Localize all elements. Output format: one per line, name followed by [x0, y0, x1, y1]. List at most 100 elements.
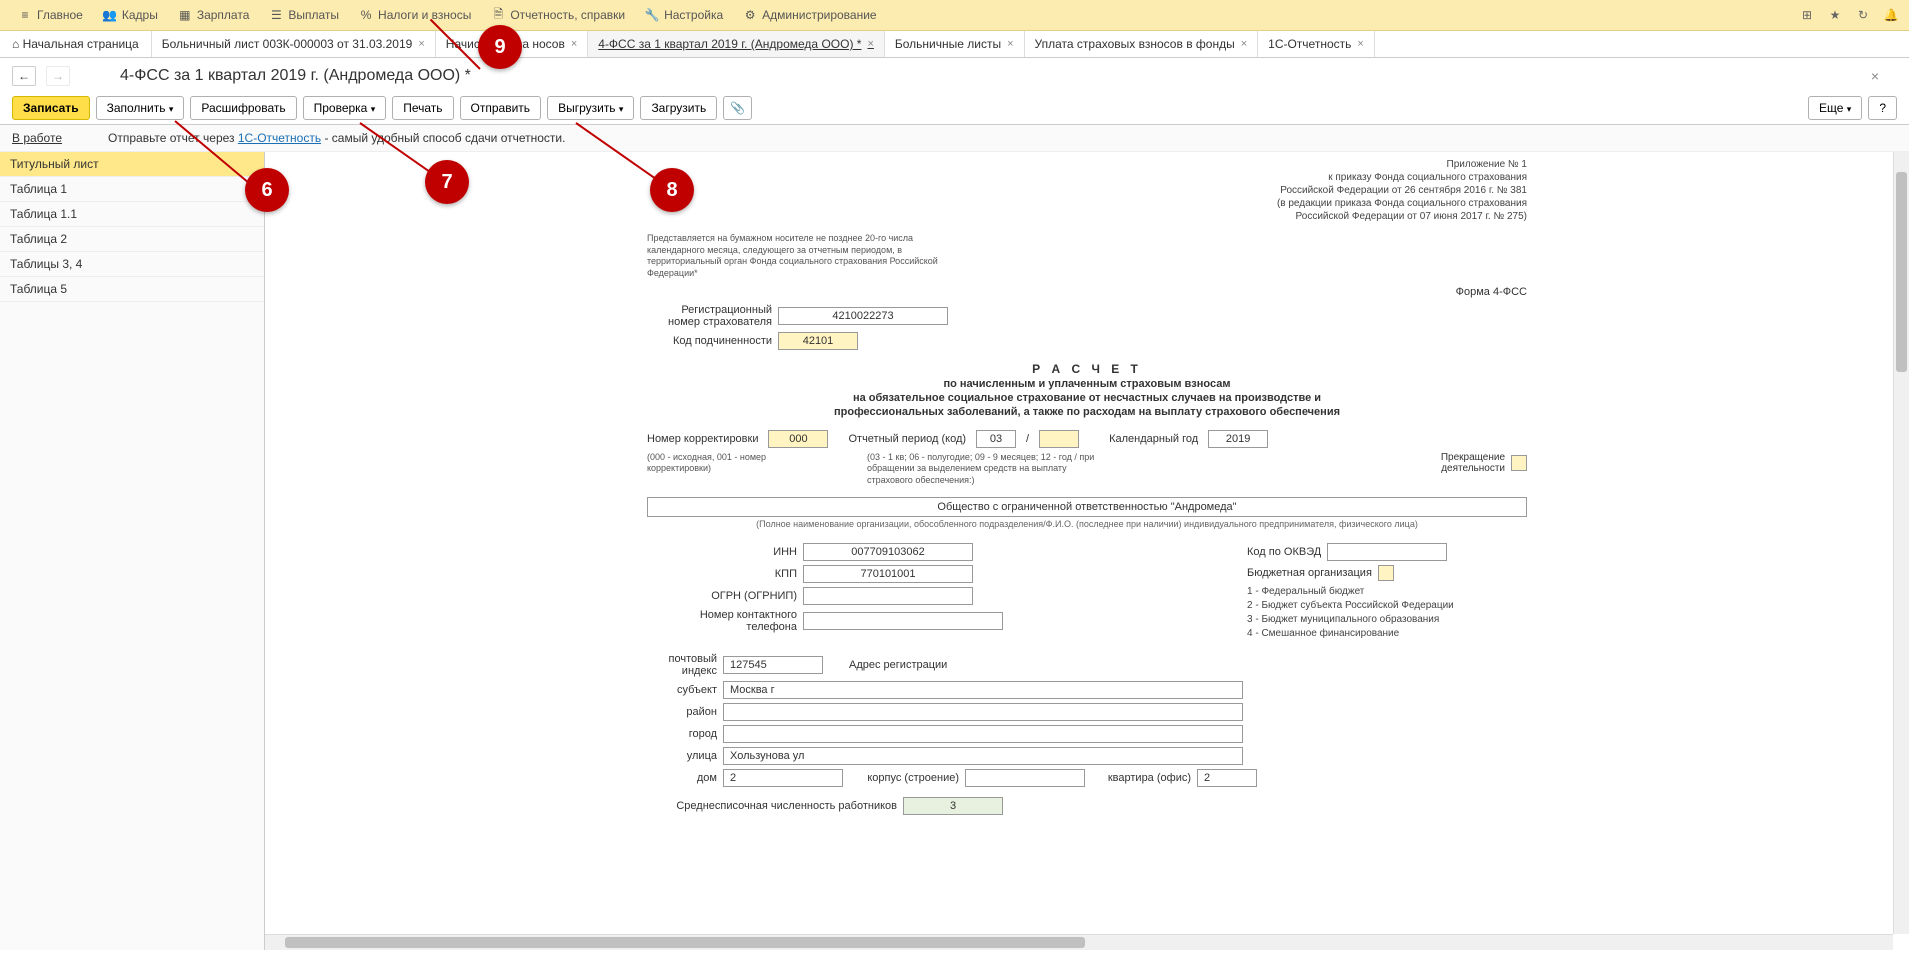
menu-otchet[interactable]: 🗎Отчетность, справки — [481, 4, 635, 26]
fill-button[interactable]: Заполнить ▾ — [96, 96, 185, 120]
close-icon[interactable]: × — [1241, 38, 1247, 50]
ogrn-input[interactable] — [803, 587, 973, 605]
content: Титульный лист Таблица 1 Таблица 1.1 Таб… — [0, 152, 1909, 950]
back-button[interactable]: ← — [12, 66, 36, 86]
inn-input[interactable]: 007709103062 — [803, 543, 973, 561]
export-button[interactable]: Выгрузить ▾ — [547, 96, 634, 120]
home-icon: ⌂ — [12, 37, 19, 51]
menu-nalogi[interactable]: %Налоги и взносы — [349, 4, 481, 26]
scroll-thumb[interactable] — [1896, 172, 1907, 372]
form-area: Приложение № 1 к приказу Фонда социально… — [265, 152, 1909, 950]
zip-input[interactable]: 127545 — [723, 656, 823, 674]
addr-label: Адрес регистрации — [849, 659, 947, 671]
sidebar-item-t34[interactable]: Таблицы 3, 4 — [0, 252, 264, 277]
street-input[interactable]: Хользунова ул — [723, 747, 1243, 765]
okved-input[interactable] — [1327, 543, 1447, 561]
chevron-down-icon: ▾ — [619, 104, 624, 114]
close-icon[interactable]: × — [867, 38, 873, 50]
house-input[interactable]: 2 — [723, 769, 843, 787]
building-input[interactable] — [965, 769, 1085, 787]
chevron-down-icon: ▾ — [169, 104, 174, 114]
appendix-text: Приложение № 1 к приказу Фонда социально… — [647, 158, 1527, 223]
corr-label: Номер корректировки — [647, 433, 758, 445]
subj-label: субъект — [647, 684, 717, 696]
tab-home[interactable]: ⌂ Начальная страница — [0, 31, 152, 57]
inn-label: ИНН — [647, 546, 797, 558]
table-icon: ▦ — [178, 8, 192, 22]
list-icon: ☰ — [269, 8, 283, 22]
phone-input[interactable] — [803, 612, 1003, 630]
reg-num-label: Регистрационный номер страхователя — [647, 304, 772, 328]
year-input[interactable]: 2019 — [1208, 430, 1268, 448]
more-button[interactable]: Еще ▾ — [1808, 96, 1862, 120]
tab-uplata[interactable]: Уплата страховых взносов в фонды× — [1025, 31, 1259, 57]
kpp-input[interactable]: 770101001 — [803, 565, 973, 583]
menu-zarplata[interactable]: ▦Зарплата — [168, 4, 260, 26]
forward-button[interactable]: → — [46, 66, 70, 86]
flat-input[interactable]: 2 — [1197, 769, 1257, 787]
star-icon[interactable]: ★ — [1825, 5, 1845, 25]
tab-4fss[interactable]: 4-ФСС за 1 квартал 2019 г. (Андромеда ОО… — [588, 31, 885, 57]
users-icon: 👥 — [103, 8, 117, 22]
annotation-marker-9: 9 — [478, 25, 522, 69]
corr-input[interactable]: 000 — [768, 430, 828, 448]
sub-code-input[interactable]: 42101 — [778, 332, 858, 350]
sidebar: Титульный лист Таблица 1 Таблица 1.1 Таб… — [0, 152, 265, 950]
close-icon[interactable]: × — [1357, 38, 1363, 50]
calc-sub2: на обязательное социальное страхование о… — [647, 392, 1527, 404]
decrypt-button[interactable]: Расшифровать — [190, 96, 296, 120]
budget-org-checkbox[interactable] — [1378, 565, 1394, 581]
wrench-icon: 🔧 — [645, 8, 659, 22]
period-input[interactable]: 03 — [976, 430, 1016, 448]
status-link[interactable]: В работе — [12, 131, 62, 145]
close-page-icon[interactable]: × — [1871, 68, 1879, 84]
avg-input[interactable]: 3 — [903, 797, 1003, 815]
year-label: Календарный год — [1109, 433, 1198, 445]
send-button[interactable]: Отправить — [460, 96, 542, 120]
district-label: район — [647, 706, 717, 718]
menu-main[interactable]: ≡Главное — [8, 4, 93, 26]
district-input[interactable] — [723, 703, 1243, 721]
attach-button[interactable]: 📎 — [723, 96, 752, 120]
close-icon[interactable]: × — [418, 38, 424, 50]
check-button[interactable]: Проверка ▾ — [303, 96, 387, 120]
menu-admin[interactable]: ⚙Администрирование — [733, 4, 886, 26]
sidebar-item-t2[interactable]: Таблица 2 — [0, 227, 264, 252]
menu-nastroika[interactable]: 🔧Настройка — [635, 4, 733, 26]
write-button[interactable]: Записать — [12, 96, 90, 120]
print-button[interactable]: Печать — [392, 96, 453, 120]
sidebar-item-t5[interactable]: Таблица 5 — [0, 277, 264, 302]
city-label: город — [647, 728, 717, 740]
reg-num-input[interactable]: 4210022273 — [778, 307, 948, 325]
menu-kadry[interactable]: 👥Кадры — [93, 4, 168, 26]
tab-sicklists[interactable]: Больничные листы× — [885, 31, 1025, 57]
period2-input[interactable] — [1039, 430, 1079, 448]
okved-label: Код по ОКВЭД — [1247, 546, 1321, 558]
apps-icon[interactable]: ⊞ — [1797, 5, 1817, 25]
sidebar-item-t1[interactable]: Таблица 1 — [0, 177, 264, 202]
org-name-input[interactable]: Общество с ограниченной ответственностью… — [647, 497, 1527, 517]
scroll-thumb[interactable] — [285, 937, 1085, 948]
sidebar-item-t11[interactable]: Таблица 1.1 — [0, 202, 264, 227]
org-note: (Полное наименование организации, обособ… — [647, 519, 1527, 529]
corr-note: (000 - исходная, 001 - номер корректиров… — [647, 452, 807, 475]
close-icon[interactable]: × — [1007, 38, 1013, 50]
import-button[interactable]: Загрузить — [640, 96, 717, 120]
city-input[interactable] — [723, 725, 1243, 743]
toolbar: Записать Заполнить ▾ Расшифровать Провер… — [0, 92, 1909, 125]
bell-icon[interactable]: 🔔 — [1881, 5, 1901, 25]
cease-checkbox[interactable] — [1511, 455, 1527, 471]
scrollbar-horizontal[interactable] — [265, 934, 1893, 950]
history-icon[interactable]: ↻ — [1853, 5, 1873, 25]
scrollbar-vertical[interactable] — [1893, 152, 1909, 934]
tab-sicklist[interactable]: Больничный лист 003К-000003 от 31.03.201… — [152, 31, 436, 57]
tab-1c-otchet[interactable]: 1С-Отчетность× — [1258, 31, 1375, 57]
1c-otchet-link[interactable]: 1С-Отчетность — [238, 131, 321, 145]
sub-code-label: Код подчиненности — [647, 335, 772, 347]
close-icon[interactable]: × — [571, 38, 577, 50]
chevron-down-icon: ▾ — [371, 104, 376, 114]
menu-vyplaty[interactable]: ☰Выплаты — [259, 4, 349, 26]
info-row: В работе Отправьте отчет через 1С-Отчетн… — [0, 125, 1909, 152]
subj-input[interactable]: Москва г — [723, 681, 1243, 699]
help-button[interactable]: ? — [1868, 96, 1897, 120]
